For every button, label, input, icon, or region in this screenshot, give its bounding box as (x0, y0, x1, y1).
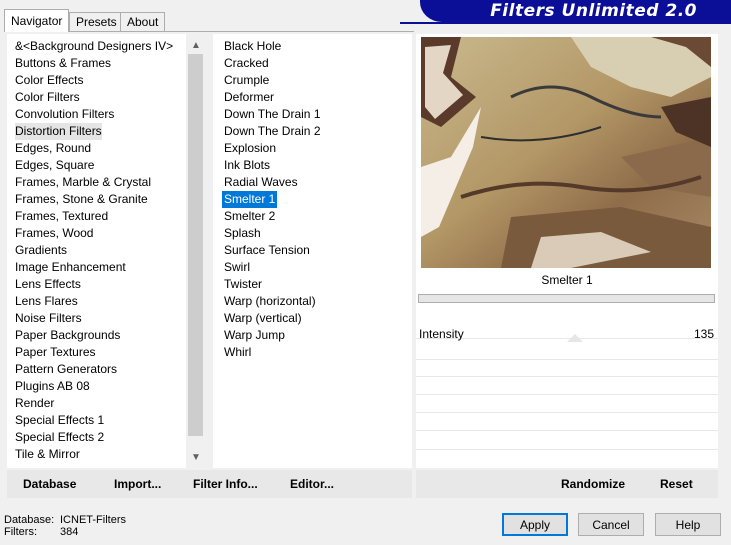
filter-item[interactable]: Crumple (222, 72, 271, 89)
filter-item[interactable]: Down The Drain 2 (222, 123, 323, 140)
filter-item[interactable]: Smelter 1 (220, 190, 279, 209)
import-button[interactable]: Import... (114, 477, 161, 491)
filter-item[interactable]: Warp (horizontal) (222, 293, 318, 310)
filter-item[interactable]: Black Hole (222, 38, 283, 55)
category-item[interactable]: Noise Filters (15, 310, 82, 327)
filters-label: Filters: (4, 526, 37, 538)
chevron-up-icon[interactable]: ▲ (190, 40, 202, 52)
param-divider (416, 449, 718, 450)
filter-item[interactable]: Twister (222, 276, 264, 293)
filter-list[interactable]: Black Hole Cracked Crumple Deformer Down The… (213, 34, 412, 468)
filter-item[interactable]: Smelter 2 (222, 208, 277, 225)
chevron-down-icon[interactable]: ▼ (190, 452, 202, 464)
database-value: ICNET-Filters (60, 514, 126, 526)
category-item[interactable]: Color Filters (15, 89, 80, 106)
database-button[interactable]: Database (23, 477, 76, 491)
param-divider (416, 430, 718, 431)
category-item[interactable]: Frames, Stone & Granite (15, 191, 148, 208)
category-item[interactable]: Tile & Mirror (15, 446, 80, 463)
filters-count: 384 (60, 526, 79, 538)
category-item[interactable]: Frames, Textured (15, 208, 108, 225)
cancel-button[interactable]: Cancel (578, 513, 644, 536)
category-item[interactable]: Special Effects 2 (15, 429, 104, 446)
param-divider (416, 394, 718, 395)
category-list[interactable]: &<Background Designers IV> Buttons & Fram… (7, 34, 205, 468)
filter-item[interactable]: Warp (vertical) (222, 310, 304, 327)
category-scroll-thumb[interactable] (188, 54, 203, 436)
filter-item[interactable]: Down The Drain 1 (222, 106, 323, 123)
filter-item[interactable]: Splash (222, 225, 263, 242)
category-item[interactable]: Buttons & Frames (15, 55, 111, 72)
filter-info-button[interactable]: Filter Info... (193, 477, 258, 491)
category-item[interactable]: Frames, Wood (15, 225, 93, 242)
tab-presets[interactable]: Presets (69, 12, 124, 31)
param-divider (416, 376, 718, 377)
randomize-button[interactable]: Randomize (561, 477, 625, 491)
app-banner: Filters Unlimited 2.0 (420, 0, 731, 22)
filter-item[interactable]: Ink Blots (222, 157, 272, 174)
filter-item[interactable]: Whirl (222, 344, 253, 361)
preview-filter-name: Smelter 1 (541, 273, 593, 287)
param-intensity-label: Intensity (419, 327, 464, 341)
filter-item[interactable]: Explosion (222, 140, 278, 157)
param-intensity-value[interactable]: 135 (694, 327, 714, 341)
category-item[interactable]: Pattern Generators (15, 361, 117, 378)
category-item[interactable]: Lens Flares (15, 293, 78, 310)
category-item[interactable]: Lens Effects (15, 276, 81, 293)
param-slider-marker[interactable] (567, 334, 583, 342)
category-item[interactable]: Paper Textures (15, 344, 96, 361)
help-button[interactable]: Help (655, 513, 721, 536)
filter-item[interactable]: Cracked (222, 55, 271, 72)
category-item[interactable]: Special Effects 1 (15, 412, 104, 429)
preview-image (421, 37, 711, 268)
filter-item[interactable]: Deformer (222, 89, 276, 106)
category-item[interactable]: Convolution Filters (15, 106, 114, 123)
category-item[interactable]: Frames, Marble & Crystal (15, 174, 151, 191)
filter-item[interactable]: Radial Waves (222, 174, 300, 191)
app-title: Filters Unlimited 2.0 (490, 1, 697, 21)
database-label: Database: (4, 514, 55, 526)
tab-navigator[interactable]: Navigator (4, 9, 70, 32)
reset-button[interactable]: Reset (660, 477, 693, 491)
category-item[interactable]: Color Effects (15, 72, 83, 89)
category-item[interactable]: Gradients (15, 242, 67, 259)
category-item[interactable]: Paper Backgrounds (15, 327, 120, 344)
category-item[interactable]: &<Background Designers IV> (15, 38, 173, 55)
category-item[interactable]: Plugins AB 08 (15, 378, 90, 395)
banner-stripe (400, 22, 731, 24)
preview-slider[interactable] (418, 294, 715, 303)
category-item[interactable]: Edges, Square (15, 157, 94, 174)
filter-item[interactable]: Surface Tension (222, 242, 312, 259)
category-item[interactable]: Distortion Filters (15, 123, 102, 140)
category-item[interactable]: Image Enhancement (15, 259, 126, 276)
editor-button[interactable]: Editor... (290, 477, 334, 491)
tab-about[interactable]: About (120, 12, 166, 31)
category-item[interactable]: Edges, Round (15, 140, 91, 157)
apply-button[interactable]: Apply (502, 513, 568, 536)
filter-item[interactable]: Swirl (222, 259, 252, 276)
parameter-panel (416, 322, 718, 468)
category-item[interactable]: Render (15, 395, 54, 412)
param-divider (416, 412, 718, 413)
param-divider (416, 359, 718, 360)
filter-item[interactable]: Warp Jump (222, 327, 287, 344)
